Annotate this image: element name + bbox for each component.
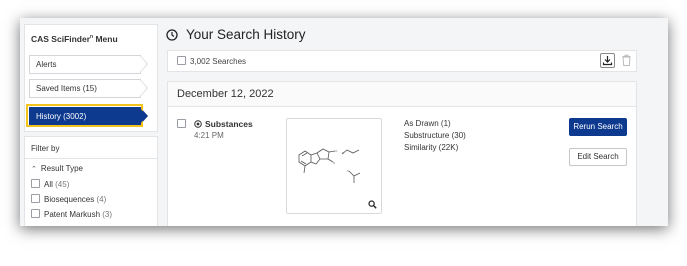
result-type-label: Result Type <box>40 164 83 173</box>
filter-option-count: (4) <box>96 195 107 204</box>
filter-option-count: (3) <box>102 210 113 219</box>
filter-option-label: All <box>44 180 53 189</box>
chemical-structure-image: O N O N <box>298 148 361 183</box>
page-title: Your Search History <box>186 27 306 42</box>
result-type-toggle[interactable]: ⌃ Result Type <box>31 164 83 173</box>
search-count: 3,002 Searches <box>190 57 247 66</box>
filter-option-all[interactable]: All (45) <box>31 179 69 189</box>
entry-checkbox[interactable] <box>177 119 186 128</box>
sidebar-item-saved-items[interactable]: Saved Items (15) <box>29 79 148 98</box>
sidebar-item-alerts[interactable]: Alerts <box>29 55 148 74</box>
svg-text:O: O <box>335 149 338 153</box>
result-similarity-link[interactable]: Similarity (22K) <box>404 143 458 152</box>
history-highlight-box <box>26 104 143 127</box>
menu-title: CAS SciFindern Menu <box>31 34 118 44</box>
download-button[interactable] <box>600 53 615 68</box>
chevron-up-icon: ⌃ <box>31 166 37 173</box>
select-all-checkbox[interactable] <box>177 56 186 65</box>
filter-option-count: (45) <box>55 180 70 189</box>
entry-type: Substances <box>205 119 253 129</box>
zoom-icon[interactable] <box>368 200 377 209</box>
date-label: December 12, 2022 <box>177 88 274 100</box>
date-header: December 12, 2022 <box>168 82 636 107</box>
svg-text:N: N <box>347 169 349 173</box>
checkbox[interactable] <box>31 179 40 188</box>
history-toolbar: 3,002 Searches <box>167 50 637 72</box>
history-card: December 12, 2022 Substances 4:21 PM O N… <box>167 81 637 226</box>
download-icon <box>602 56 613 66</box>
result-substructure-link[interactable]: Substructure (30) <box>404 131 466 140</box>
filter-option-patent-markush[interactable]: Patent Markush (3) <box>31 209 112 219</box>
structure-thumbnail[interactable]: O N O N <box>286 118 382 214</box>
substance-icon <box>194 120 202 128</box>
clock-icon <box>166 29 178 41</box>
divider <box>25 158 157 159</box>
app-window: CAS SciFindern Menu Alerts Saved Items (… <box>20 18 668 226</box>
select-all[interactable]: 3,002 Searches <box>177 56 246 66</box>
filter-panel: Filter by ⌃ Result Type All (45) Bioseque… <box>24 136 158 226</box>
checkbox[interactable] <box>31 209 40 218</box>
filter-option-label: Biosequences <box>44 195 95 204</box>
trash-icon[interactable] <box>620 53 633 68</box>
entry-time: 4:21 PM <box>194 131 224 140</box>
edit-search-button[interactable]: Edit Search <box>569 148 627 166</box>
filter-option-label: Patent Markush <box>44 210 101 219</box>
checkbox[interactable] <box>31 194 40 203</box>
svg-text:N: N <box>333 161 335 165</box>
rerun-search-button[interactable]: Rerun Search <box>569 118 627 136</box>
filter-title: Filter by <box>31 144 60 153</box>
result-as-drawn-link[interactable]: As Drawn (1) <box>404 119 451 128</box>
filter-option-biosequences[interactable]: Biosequences (4) <box>31 194 106 204</box>
